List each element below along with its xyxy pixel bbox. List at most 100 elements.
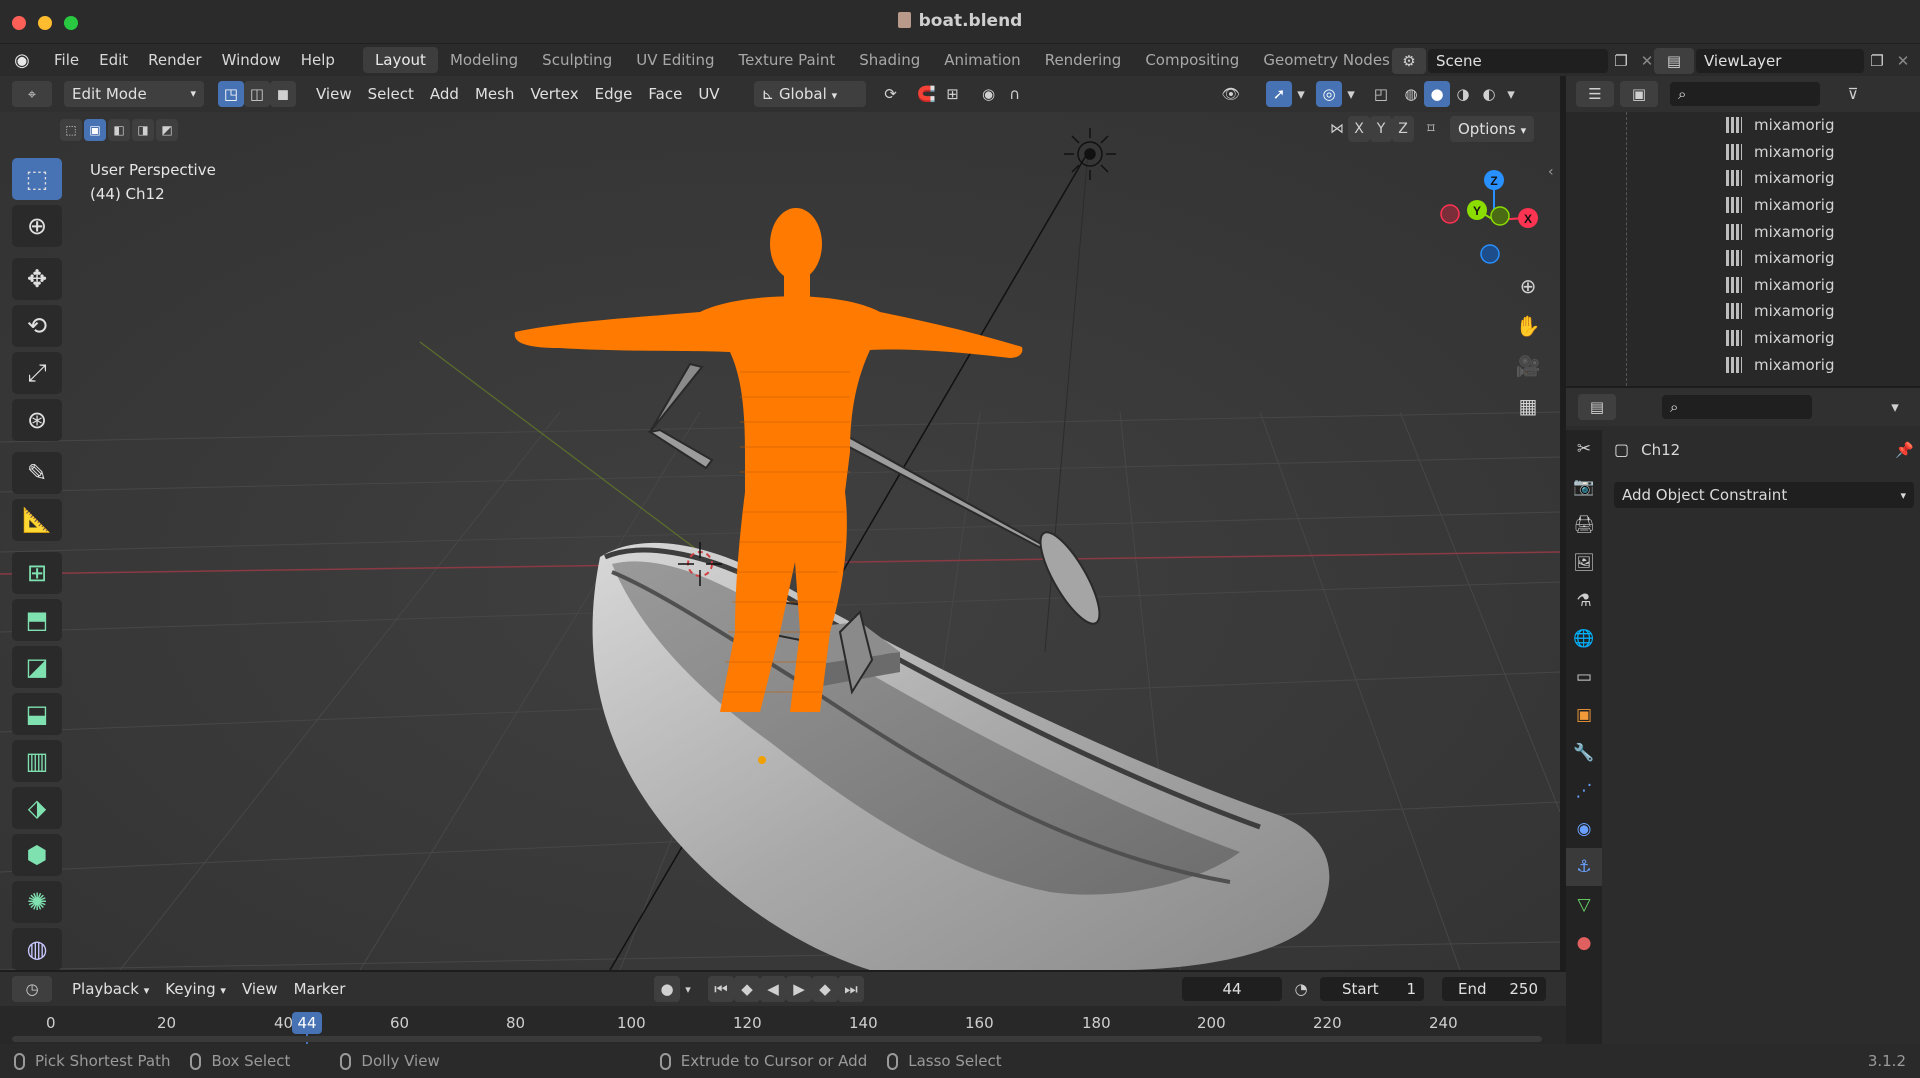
particles-tab-icon[interactable]: ⋰: [1566, 772, 1602, 810]
overlays-icon[interactable]: ◎: [1316, 81, 1342, 107]
play-reverse-icon[interactable]: ◀: [760, 976, 786, 1002]
menu-add[interactable]: Add: [422, 81, 467, 107]
menu-edge[interactable]: Edge: [587, 81, 641, 107]
scene-selector-icon[interactable]: ⚙: [1392, 48, 1426, 74]
list-item[interactable]: mixamorig: [1566, 139, 1920, 166]
data-tab-icon[interactable]: ▽: [1566, 886, 1602, 924]
spin-tool-icon[interactable]: ✺: [12, 881, 62, 923]
chevron-down-icon[interactable]: ▾: [1502, 81, 1520, 107]
ortho-grid-icon[interactable]: ▦: [1510, 388, 1546, 424]
wireframe-shading-icon[interactable]: ◍: [1398, 81, 1424, 107]
filter-icon[interactable]: ⊽: [1840, 81, 1866, 107]
start-frame-field[interactable]: Start 1: [1320, 977, 1424, 1001]
jump-end-icon[interactable]: ⏭: [838, 976, 864, 1002]
camera-view-icon[interactable]: 🎥: [1510, 348, 1546, 384]
scene-tab-icon[interactable]: ⚗: [1566, 582, 1602, 620]
end-frame-field[interactable]: End 250: [1442, 977, 1546, 1001]
menu-mesh[interactable]: Mesh: [467, 81, 523, 107]
list-item[interactable]: mixamorig: [1566, 192, 1920, 219]
snap-target-icon[interactable]: ⊞: [940, 81, 966, 107]
playhead[interactable]: 44: [292, 1012, 322, 1034]
menu-face[interactable]: Face: [640, 81, 690, 107]
tab-rendering[interactable]: Rendering: [1033, 47, 1134, 73]
mirror-x-toggle[interactable]: X: [1348, 116, 1370, 142]
chevron-down-icon[interactable]: ▾: [1882, 394, 1908, 420]
pan-hand-icon[interactable]: ✋: [1510, 308, 1546, 344]
tab-texture-paint[interactable]: Texture Paint: [726, 47, 847, 73]
play-icon[interactable]: ▶: [786, 976, 812, 1002]
scene-name-field[interactable]: Scene: [1428, 49, 1608, 73]
inset-tool-icon[interactable]: ◪: [12, 646, 62, 688]
new-scene-icon[interactable]: ❐: [1608, 48, 1634, 74]
list-item[interactable]: mixamorig: [1566, 272, 1920, 299]
menu-help[interactable]: Help: [291, 44, 345, 76]
select-invert-icon[interactable]: ◨: [132, 119, 154, 141]
rotate-tool-icon[interactable]: ⟲: [12, 305, 62, 347]
falloff-icon[interactable]: ∩: [1002, 81, 1028, 107]
outliner-filter-type-icon[interactable]: ▣: [1620, 81, 1658, 107]
object-tab-icon[interactable]: ▣: [1566, 696, 1602, 734]
jump-start-icon[interactable]: ⏮: [708, 976, 734, 1002]
zoom-icon[interactable]: ⊕: [1510, 268, 1546, 304]
collection-tab-icon[interactable]: ▭: [1566, 658, 1602, 696]
vertex-select-icon[interactable]: ◳: [218, 81, 244, 107]
world-tab-icon[interactable]: 🌐: [1566, 620, 1602, 658]
gizmo-toggle-icon[interactable]: ➚: [1266, 81, 1292, 107]
timeline-scrollbar[interactable]: [12, 1036, 1542, 1042]
menu-window[interactable]: Window: [212, 44, 291, 76]
blender-logo-icon[interactable]: ◉: [0, 50, 44, 71]
list-item[interactable]: mixamorig: [1566, 218, 1920, 245]
next-keyframe-icon[interactable]: ◆: [812, 976, 838, 1002]
mirror-icon[interactable]: ⋈: [1326, 116, 1348, 142]
select-new-icon[interactable]: ⬚: [60, 119, 82, 141]
tab-uv-editing[interactable]: UV Editing: [624, 47, 726, 73]
render-tab-icon[interactable]: 📷: [1566, 468, 1602, 506]
knife-tool-icon[interactable]: ⬗: [12, 787, 62, 829]
rendered-shading-icon[interactable]: ◐: [1476, 81, 1502, 107]
add-cube-tool-icon[interactable]: ⊞: [12, 552, 62, 594]
current-frame-field[interactable]: 44: [1182, 977, 1282, 1001]
outliner-display-mode-icon[interactable]: ☰: [1576, 81, 1614, 107]
chevron-down-icon[interactable]: ▾: [1342, 81, 1360, 107]
cursor-tool-icon[interactable]: ⊕: [12, 205, 62, 247]
bevel-tool-icon[interactable]: ⬓: [12, 693, 62, 735]
list-item[interactable]: mixamorig: [1566, 165, 1920, 192]
playback-menu[interactable]: Playback ▾: [64, 976, 157, 1002]
delete-view-layer-icon[interactable]: ✕: [1890, 48, 1916, 74]
clock-icon[interactable]: ◔: [1288, 976, 1314, 1002]
properties-editor-icon[interactable]: ▤: [1578, 394, 1616, 420]
outliner-list[interactable]: mixamorig mixamorig mixamorig mixamorig …: [1566, 112, 1920, 386]
pivot-point-icon[interactable]: ⟳: [878, 81, 904, 107]
prev-keyframe-icon[interactable]: ◆: [734, 976, 760, 1002]
list-item[interactable]: mixamorig: [1566, 245, 1920, 272]
menu-edit[interactable]: Edit: [89, 44, 138, 76]
view-layer-field[interactable]: ViewLayer: [1696, 49, 1864, 73]
transform-tool-icon[interactable]: ⊛: [12, 399, 62, 441]
list-item[interactable]: mixamorig: [1566, 351, 1920, 378]
options-dropdown[interactable]: Options ▾: [1450, 116, 1535, 142]
new-view-layer-icon[interactable]: ❐: [1864, 48, 1890, 74]
modifier-tab-icon[interactable]: 🔧: [1566, 734, 1602, 772]
chevron-down-icon[interactable]: ▾: [1292, 81, 1310, 107]
marker-menu[interactable]: Marker: [286, 976, 354, 1002]
physics-tab-icon[interactable]: ◉: [1566, 810, 1602, 848]
timeline-area[interactable]: 0 20 40 60 80 100 120 140 160 180 200 22…: [0, 1006, 1566, 1044]
menu-vertex[interactable]: Vertex: [522, 81, 586, 107]
move-tool-icon[interactable]: ✥: [12, 258, 62, 300]
chevron-down-icon[interactable]: ▾: [680, 976, 696, 1002]
list-item[interactable]: mixamorig: [1566, 112, 1920, 139]
select-extend-icon[interactable]: ▣: [84, 119, 106, 141]
select-subtract-icon[interactable]: ◧: [108, 119, 130, 141]
timeline-editor-icon[interactable]: ◷: [12, 976, 52, 1002]
output-tab-icon[interactable]: 🖨: [1566, 506, 1602, 544]
add-constraint-dropdown[interactable]: Add Object Constraint ▾: [1614, 482, 1914, 508]
timeline-view-menu[interactable]: View: [234, 976, 286, 1002]
xray-icon[interactable]: ◰: [1368, 81, 1394, 107]
3d-viewport[interactable]: User Perspective (44) Ch12 ⬚ ▣ ◧ ◨ ◩ ⋈ X…: [0, 112, 1560, 970]
constraints-tab-icon[interactable]: ⚓: [1566, 848, 1602, 886]
properties-search-input[interactable]: ⌕: [1662, 395, 1812, 419]
extrude-tool-icon[interactable]: ⬒: [12, 599, 62, 641]
visibility-icon[interactable]: 👁: [1218, 81, 1244, 107]
proportional-edit-icon[interactable]: ◉: [976, 81, 1002, 107]
outliner-search-input[interactable]: ⌕: [1670, 82, 1820, 106]
